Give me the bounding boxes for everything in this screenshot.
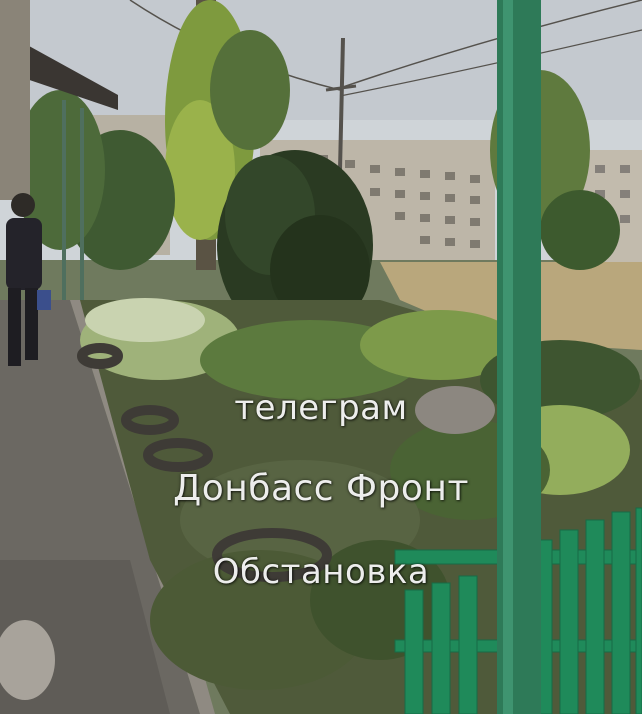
- stone: [415, 386, 495, 434]
- photo-illustration: [0, 0, 642, 714]
- photo-scene: телеграм Донбасс Фронт Обстановка: [0, 0, 642, 714]
